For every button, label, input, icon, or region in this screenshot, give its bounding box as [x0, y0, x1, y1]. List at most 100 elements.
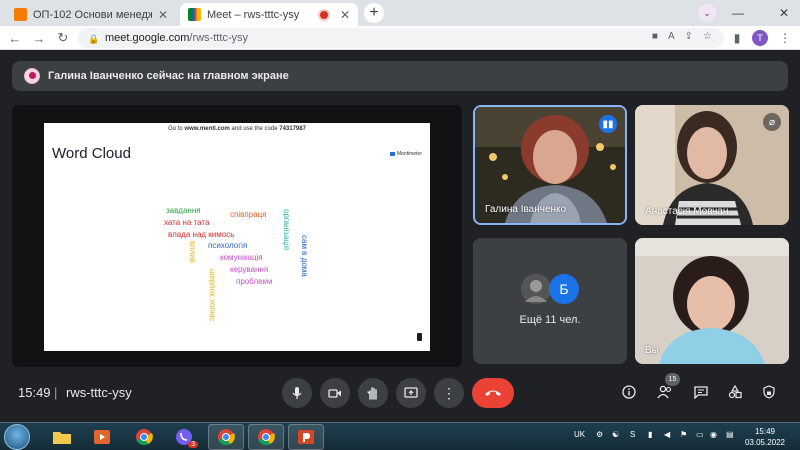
clock-date: 03.05.2022	[744, 438, 786, 447]
close-window-button[interactable]: ✕	[768, 2, 800, 24]
taskbar-chrome[interactable]	[126, 424, 162, 450]
system-clock[interactable]: 15:49 03.05.2022	[742, 426, 788, 448]
tab-meet[interactable]: Meet – rws-tttc-ysy ✕	[180, 3, 358, 26]
action-center-icon[interactable]: ▤	[726, 430, 734, 439]
banner-text: Галина Іванченко сейчас на главном экран…	[48, 70, 289, 82]
profile-avatar[interactable]: Т	[752, 30, 768, 46]
browser-tab-strip: ОП-102 Основи менеджменту ✕ Meet – rws-t…	[0, 0, 800, 26]
recording-indicator-icon	[319, 10, 328, 19]
taskbar-viber[interactable]: 3	[166, 424, 202, 450]
menu-kebab-icon[interactable]: ⋮	[776, 29, 794, 47]
meet-area: Галина Іванченко сейчас на главном экран…	[0, 51, 800, 422]
participant-tile-self[interactable]: Вы	[635, 238, 789, 364]
taskbar-powerpoint[interactable]	[288, 424, 324, 450]
video-player-icon	[94, 430, 110, 444]
taskbar-chrome-profile[interactable]	[248, 424, 284, 450]
flag-icon[interactable]: ⚑	[680, 430, 687, 439]
presentation-stage[interactable]: Go to www.menti.com and use the code 743…	[12, 105, 462, 367]
tab-course[interactable]: ОП-102 Основи менеджменту ✕	[6, 3, 176, 26]
raise-hand-button[interactable]	[358, 378, 388, 408]
cloud-word: хата на тата	[164, 218, 210, 227]
volume-icon[interactable]: ◀	[664, 430, 670, 439]
forward-button[interactable]: →	[30, 29, 48, 47]
slide-corner-icon	[417, 333, 422, 341]
reload-button[interactable]: ↻	[54, 29, 72, 47]
side-panel-icon[interactable]: ▮	[728, 29, 746, 47]
mentimeter-logo: Mentimeter	[390, 151, 422, 157]
tab-title: Meet – rws-tttc-ysy	[207, 8, 300, 21]
cloud-word: сам в дома	[300, 235, 309, 277]
meeting-clock: 15:49	[18, 385, 51, 400]
camera-icon[interactable]: ■	[652, 31, 658, 42]
cloud-word: організація	[282, 209, 291, 251]
clock-time: 15:49	[754, 427, 776, 436]
avatar: Б	[549, 274, 579, 304]
hand-icon	[367, 387, 377, 400]
tab-title: ОП-102 Основи менеджменту	[33, 8, 152, 21]
cloud-word: керування	[230, 265, 269, 274]
address-bar[interactable]: 🔒 meet.google.com/rws-tttc-ysy ■ A ⇪ ☆	[78, 28, 724, 48]
present-screen-icon	[404, 387, 418, 398]
chrome-icon	[258, 429, 275, 446]
camera-button[interactable]	[320, 378, 350, 408]
chrome-icon	[218, 429, 235, 446]
host-controls-button[interactable]	[758, 381, 780, 403]
participant-name: Анастасія Мовчан	[645, 206, 729, 217]
moodle-icon	[14, 8, 27, 21]
url-host: meet.google.com	[105, 32, 190, 44]
mic-icon	[292, 387, 302, 399]
present-now-button[interactable]	[396, 378, 426, 408]
more-options-button[interactable]: ⋮	[434, 378, 464, 408]
taskbar-chrome-window[interactable]	[208, 424, 244, 450]
chat-icon	[694, 386, 708, 399]
activities-icon	[728, 385, 742, 399]
tab-search-icon[interactable]: ⌄	[698, 4, 716, 22]
viber-tray-icon[interactable]: ◉	[710, 430, 717, 439]
lock-icon: 🔒	[88, 33, 100, 44]
taskbar-media-player[interactable]	[84, 424, 120, 450]
network-icon[interactable]: ▮	[648, 430, 652, 439]
new-tab-button[interactable]: +	[364, 3, 384, 23]
power-icon[interactable]: ▭	[696, 430, 704, 439]
leave-call-button[interactable]	[472, 378, 514, 408]
activities-button[interactable]	[724, 381, 746, 403]
microphone-button[interactable]	[282, 378, 312, 408]
tray-icon[interactable]: ☯	[612, 430, 619, 439]
instruction-code: 74317987	[279, 126, 306, 132]
close-icon[interactable]: ✕	[158, 8, 168, 22]
video-camera-icon	[328, 389, 341, 398]
mentimeter-slide: Go to www.menti.com and use the code 743…	[44, 123, 430, 351]
more-participants-tile[interactable]: Б Ещё 11 чел.	[473, 238, 627, 364]
info-icon	[622, 385, 636, 399]
meeting-details-button[interactable]	[618, 381, 640, 403]
viber-badge: 3	[188, 441, 198, 448]
skype-icon[interactable]: S	[630, 430, 635, 439]
windows-taskbar: 3 UK ⚙ ☯ S ▮ ◀ ⚑ ▭ ◉ ▤ 15:49 03.05.2022	[0, 422, 800, 450]
back-button[interactable]: ←	[6, 29, 24, 47]
avatar	[521, 274, 551, 304]
mic-muted-icon: ⌀	[763, 113, 781, 131]
cloud-word: завдання	[166, 206, 201, 215]
meeting-code: rws-tttc-ysy	[66, 385, 132, 400]
participant-tile[interactable]: ⌀ Анастасія Мовчан	[635, 105, 789, 225]
cloud-word: проблеми	[236, 277, 273, 286]
folder-icon	[53, 432, 71, 444]
hang-up-icon	[485, 390, 501, 396]
participant-tile[interactable]: ▮▮ Галина Іванченко	[473, 105, 627, 225]
taskbar-explorer[interactable]	[44, 424, 80, 450]
powerpoint-icon	[298, 430, 314, 444]
tray-icon[interactable]: ⚙	[596, 430, 603, 439]
people-icon	[657, 385, 672, 399]
instruction-site: www.menti.com	[184, 126, 230, 132]
close-icon[interactable]: ✕	[340, 8, 350, 22]
bookmark-star-icon[interactable]: ☆	[703, 31, 712, 42]
language-indicator[interactable]: UK	[574, 430, 585, 439]
translate-icon[interactable]: A	[668, 31, 675, 42]
cloud-word: співпраця	[230, 210, 267, 219]
cloud-word: психологія	[208, 241, 248, 250]
start-button[interactable]	[4, 424, 30, 450]
share-icon[interactable]: ⇪	[685, 31, 693, 42]
minimize-button[interactable]: —	[722, 2, 754, 24]
instruction-text: and use the code	[229, 126, 280, 132]
chat-button[interactable]	[690, 381, 712, 403]
